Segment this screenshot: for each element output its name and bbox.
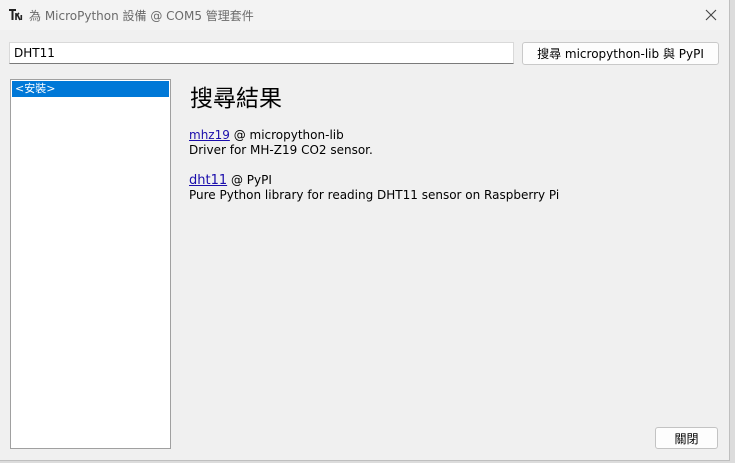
result-source: @ micropython-lib	[229, 128, 344, 142]
page-title: 搜尋結果	[190, 86, 282, 112]
title-bar: 為 MicroPython 設備 @ COM5 管理套件	[0, 0, 729, 30]
list-item-install[interactable]: <安裝>	[12, 81, 169, 97]
result-source: @ PyPI	[227, 173, 272, 187]
search-result-mhz19: mhz19 @ micropython-lib Driver for MH-Z1…	[189, 128, 373, 158]
result-link-dht11[interactable]: dht11	[189, 173, 227, 188]
window-title: 為 MicroPython 設備 @ COM5 管理套件	[29, 9, 254, 23]
search-result-dht11: dht11 @ PyPI Pure Python library for rea…	[189, 173, 559, 203]
search-button[interactable]: 搜尋 micropython-lib 與 PyPI	[522, 42, 719, 65]
app-icon	[8, 7, 24, 23]
close-icon	[705, 9, 717, 21]
close-button[interactable]: 關閉	[655, 427, 718, 449]
install-list[interactable]: <安裝>	[10, 79, 171, 449]
result-link-mhz19[interactable]: mhz19	[189, 128, 230, 142]
dialog-window: 為 MicroPython 設備 @ COM5 管理套件 搜尋 micropyt…	[0, 0, 730, 461]
window-close-button[interactable]	[699, 3, 723, 27]
search-input[interactable]	[9, 42, 514, 64]
result-description: Driver for MH-Z19 CO2 sensor.	[189, 143, 373, 157]
result-description: Pure Python library for reading DHT11 se…	[189, 188, 560, 202]
